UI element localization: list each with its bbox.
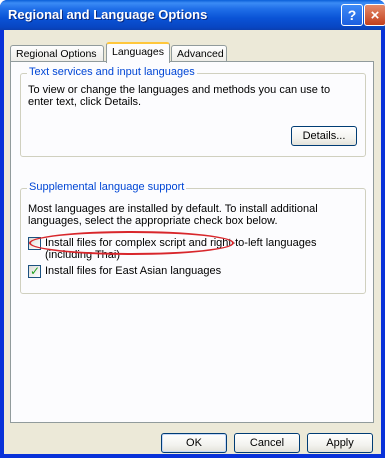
supplemental-description: Most languages are installed by default.… — [28, 203, 318, 227]
text-services-description: To view or change the languages and meth… — [28, 84, 331, 108]
close-icon: × — [370, 6, 380, 24]
window-title: Regional and Language Options — [8, 7, 208, 22]
east-asian-checkbox[interactable]: ✓ — [28, 264, 41, 278]
complex-script-checkbox[interactable] — [28, 237, 41, 250]
dialog-window: Regional and Language Options ? × Region… — [0, 0, 385, 458]
supplemental-language-group: Supplemental language support Most langu… — [20, 181, 366, 294]
languages-tab-panel: Text services and input languages To vie… — [10, 61, 374, 423]
complex-script-checkbox-label[interactable]: Install files for complex script and rig… — [45, 237, 360, 261]
complex-script-checkbox-row[interactable]: Install files for complex script and rig… — [28, 236, 358, 264]
ok-button[interactable]: OK — [161, 433, 227, 453]
close-button[interactable]: × — [364, 4, 385, 26]
tab-languages[interactable]: Languages — [106, 42, 170, 63]
east-asian-checkbox-row[interactable]: ✓ Install files for East Asian languages — [28, 264, 358, 280]
east-asian-checkbox-label[interactable]: Install files for East Asian languages — [45, 265, 360, 277]
supplemental-group-title: Supplemental language support — [27, 181, 187, 193]
help-icon: ? — [347, 7, 357, 23]
checkmark-icon: ✓ — [30, 264, 41, 278]
help-button[interactable]: ? — [341, 4, 363, 26]
title-bar[interactable]: Regional and Language Options ? × — [0, 0, 385, 30]
cancel-button[interactable]: Cancel — [234, 433, 300, 453]
text-services-group-title: Text services and input languages — [27, 66, 197, 78]
apply-button[interactable]: Apply — [307, 433, 373, 453]
details-button[interactable]: Details... — [291, 126, 357, 146]
tab-regional-options[interactable]: Regional Options — [10, 45, 104, 62]
tab-advanced[interactable]: Advanced — [171, 45, 227, 62]
dialog-client-area: Regional Options Languages Advanced Text… — [4, 30, 381, 454]
text-services-group: Text services and input languages To vie… — [20, 66, 366, 157]
